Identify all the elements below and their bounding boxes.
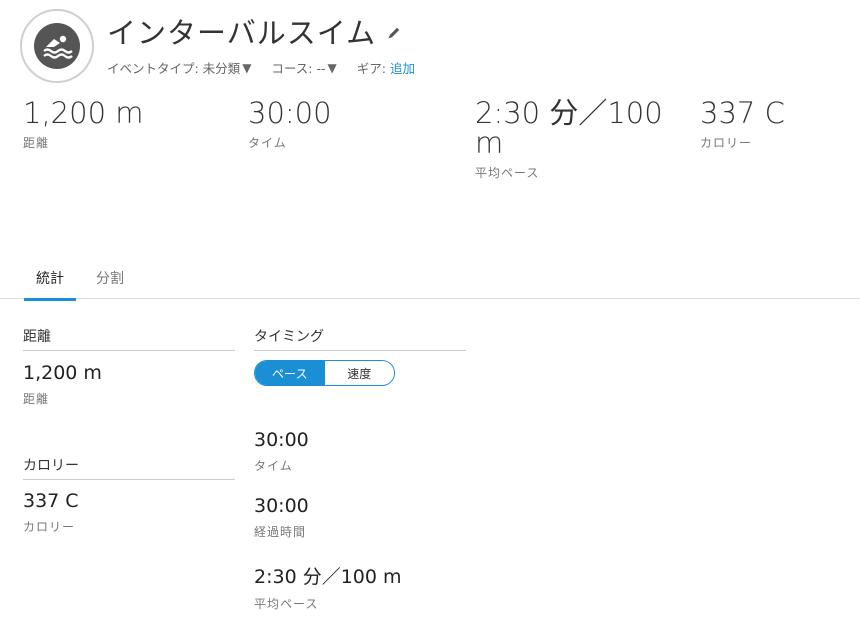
summary-time: 30:00 タイム	[248, 98, 332, 151]
summary-value: 30:00	[248, 96, 332, 130]
activity-meta: イベントタイプ: 未分類 ▼ コース: -- ▼ ギア: 追加	[107, 58, 435, 77]
pace-toggle-button[interactable]: ペース	[255, 361, 325, 385]
distance-stat: 1,200 m 距離	[23, 362, 102, 407]
summary-distance: 1,200 m 距離	[23, 98, 144, 151]
timing-section-header: タイミング	[254, 326, 466, 351]
summary-value-line2: m	[475, 126, 504, 160]
title-row: インターバルスイム	[107, 10, 402, 52]
tab-splits[interactable]: 分割	[84, 268, 136, 298]
pace-speed-toggle: ペース 速度	[254, 360, 395, 386]
stat-value: 30:00	[254, 495, 309, 517]
tab-bar: 統計 分割	[0, 262, 860, 301]
summary-avg-pace: 2:30 分／100 m 平均ペース	[475, 98, 663, 181]
gear-label: ギア:	[356, 61, 386, 76]
activity-avatar	[20, 9, 94, 83]
summary-calories: 337 C カロリー	[700, 98, 785, 151]
stat-value: 30:00	[254, 429, 309, 451]
course[interactable]: コース: -- ▼	[271, 58, 336, 77]
calories-stat: 337 C カロリー	[23, 490, 79, 535]
gear: ギア: 追加	[357, 58, 415, 77]
stat-value: 1,200 m	[23, 362, 102, 384]
summary-label: タイム	[248, 136, 287, 150]
stat-label: 平均ペース	[254, 597, 319, 611]
stat-label: タイム	[254, 459, 293, 473]
summary-label: カロリー	[700, 136, 753, 150]
stat-value: 337 C	[23, 490, 79, 512]
stat-label: カロリー	[23, 520, 76, 534]
summary-label: 距離	[23, 136, 50, 150]
activity-title: インターバルスイム	[107, 16, 377, 50]
summary-value: 337 C	[700, 96, 785, 130]
swimmer-icon	[34, 23, 80, 69]
add-gear-link[interactable]: 追加	[390, 58, 415, 77]
timing-elapsed-stat: 30:00 経過時間	[254, 495, 309, 540]
chevron-down-icon[interactable]: ▼	[242, 61, 251, 75]
distance-section-header: 距離	[23, 326, 235, 351]
event-type[interactable]: イベントタイプ: 未分類 ▼	[107, 58, 251, 77]
summary-value-line1: 2:30 分／100	[475, 96, 663, 130]
tab-stats[interactable]: 統計	[24, 268, 76, 301]
stat-label: 距離	[23, 392, 50, 406]
stat-value: 2:30 分／100 m	[254, 566, 402, 588]
timing-time-stat: 30:00 タイム	[254, 429, 309, 474]
pencil-icon[interactable]	[386, 25, 402, 41]
chevron-down-icon[interactable]: ▼	[328, 61, 337, 75]
stat-label: 経過時間	[254, 525, 307, 539]
summary-label: 平均ペース	[475, 166, 540, 180]
course-label: コース: --	[271, 61, 326, 76]
timing-avg-pace-stat: 2:30 分／100 m 平均ペース	[254, 562, 402, 612]
speed-toggle-button[interactable]: 速度	[324, 361, 394, 385]
event-type-label: イベントタイプ: 未分類	[107, 61, 241, 76]
summary-value: 1,200 m	[23, 96, 144, 130]
calories-section-header: カロリー	[23, 455, 235, 480]
